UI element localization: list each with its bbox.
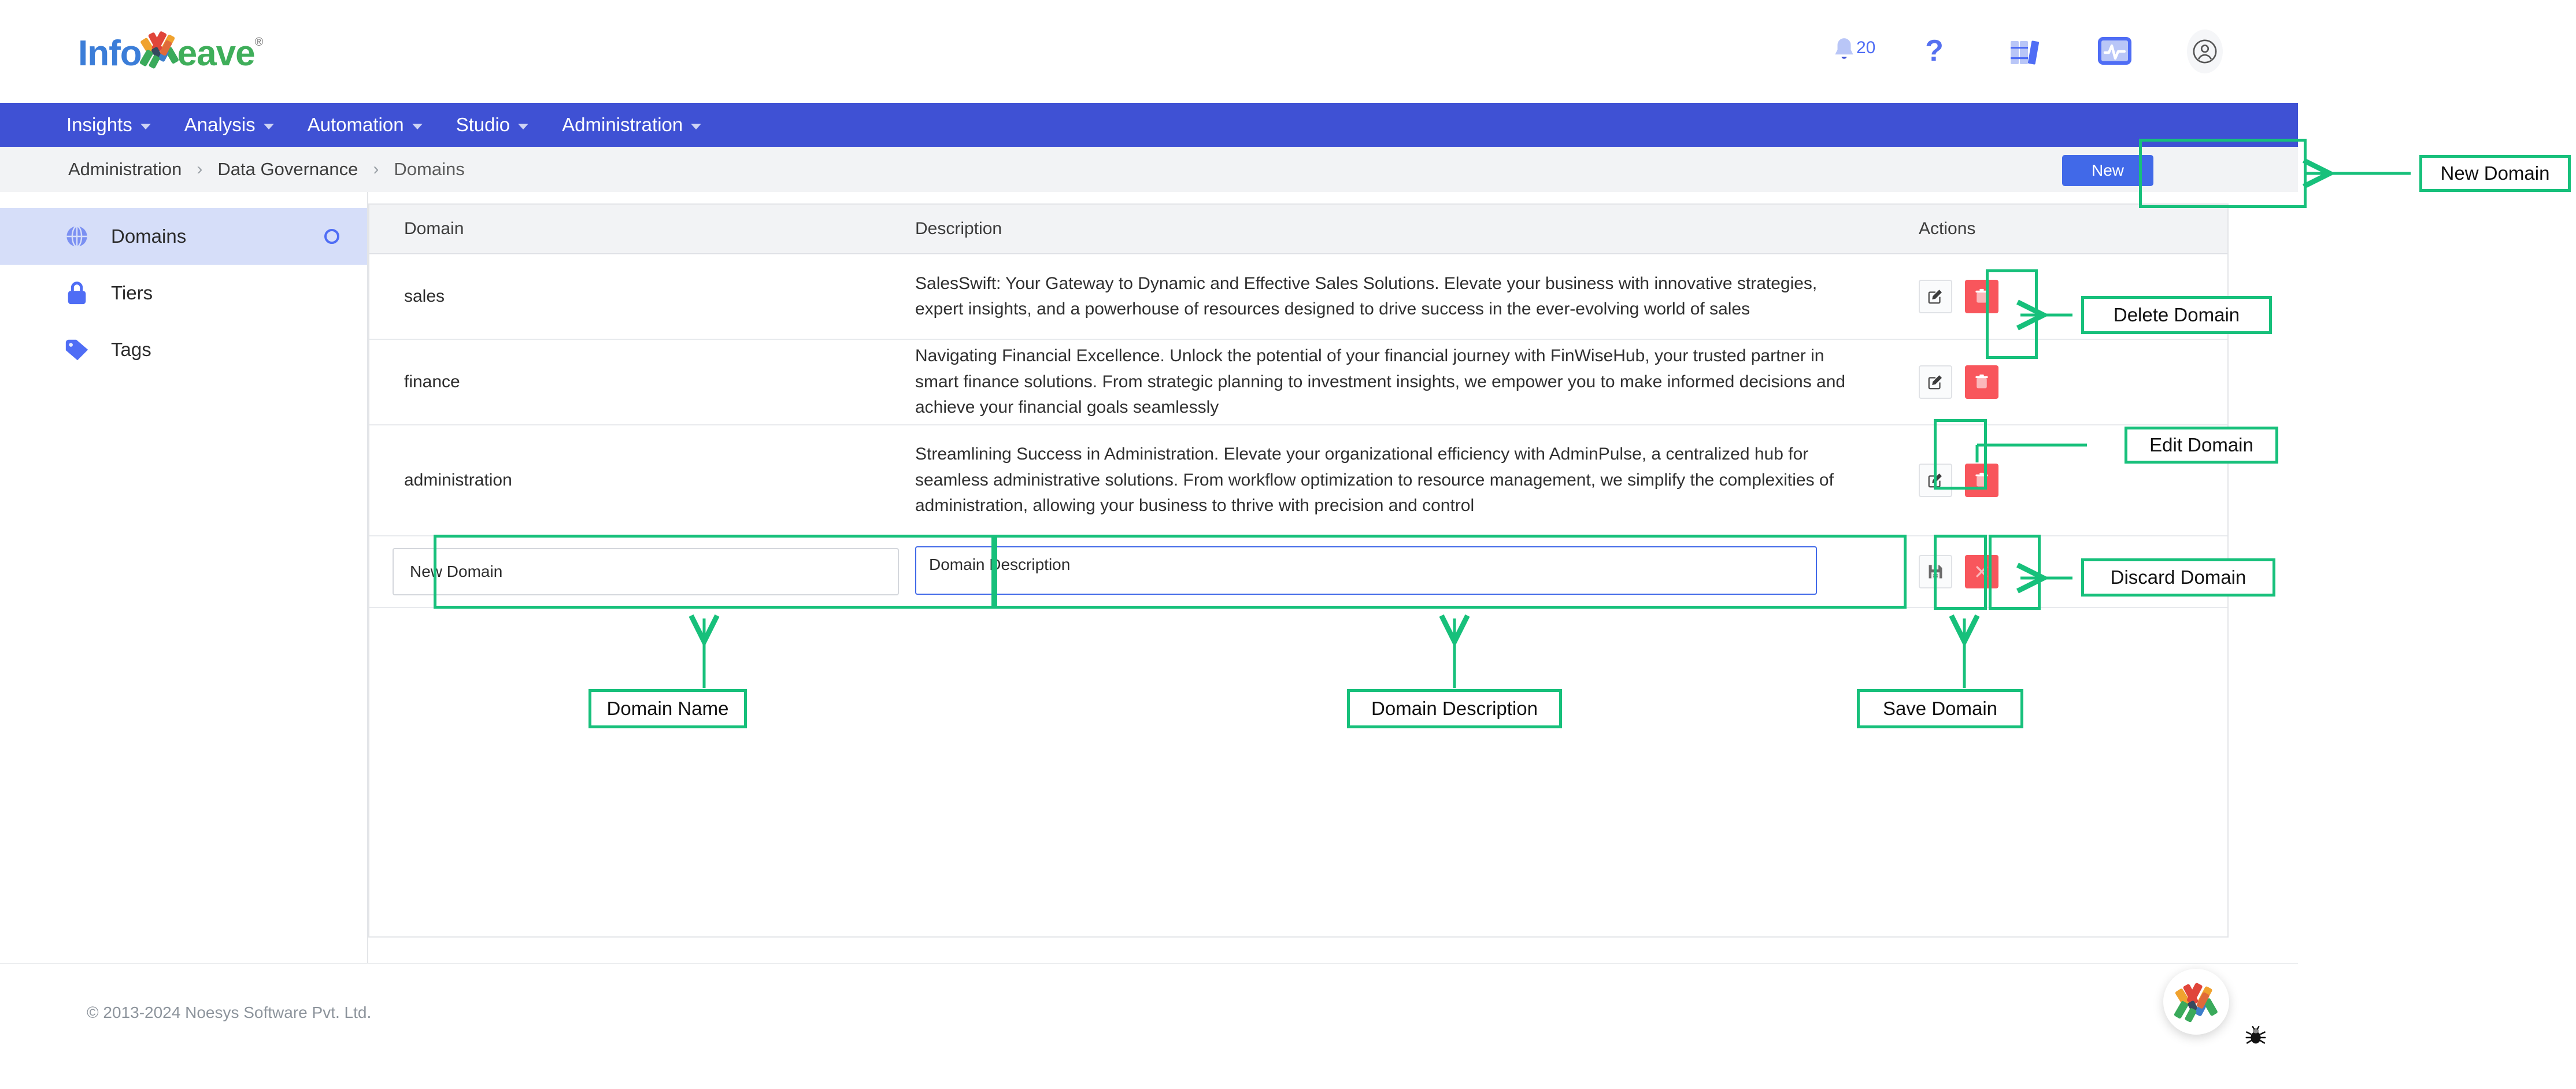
annotation-label-new-domain: New Domain — [2419, 155, 2571, 192]
main-content: New Domain Description Actions sales Sal… — [368, 155, 2298, 963]
brand-header: Info eave ® 20 ? — [0, 0, 2298, 103]
avatar — [2187, 29, 2223, 73]
copyright-text: © 2013-2024 Noesys Software Pvt. Ltd. — [87, 1003, 372, 1021]
logo-text-info: Info — [78, 34, 142, 73]
discard-domain-button[interactable] — [1965, 555, 1998, 588]
active-indicator-circle — [324, 229, 339, 244]
chevron-down-icon — [412, 124, 423, 129]
cell-domain-description: Streamlining Success in Administration. … — [915, 445, 1834, 516]
library-books-icon[interactable] — [2007, 34, 2042, 69]
lock-icon — [64, 280, 90, 306]
content-toolbar: New — [368, 147, 2298, 192]
table-row: finance Navigating Financial Excellence.… — [369, 340, 2227, 425]
table-row: administration Streamlining Success in A… — [369, 425, 2227, 536]
chevron-down-icon — [691, 124, 702, 129]
nav-item-studio[interactable]: Studio — [456, 114, 529, 136]
bug-icon[interactable] — [2244, 1024, 2267, 1047]
cell-actions — [1884, 280, 2227, 313]
cell-actions — [1884, 365, 2227, 399]
cell-actions-edit — [1884, 555, 2227, 588]
cell-domain-name: administration — [404, 470, 512, 490]
nav-label: Analysis — [184, 114, 256, 135]
sidebar-item-tags[interactable]: Tags — [0, 321, 367, 378]
table-row-edit — [369, 536, 2227, 608]
column-header-domain: Domain — [404, 219, 464, 238]
chevron-down-icon — [263, 124, 274, 129]
main-navigation: Insights Analysis Automation Studio Admi… — [0, 103, 2298, 147]
nav-item-analysis[interactable]: Analysis — [184, 114, 274, 136]
breadcrumb-item-data-governance[interactable]: Data Governance — [217, 159, 358, 180]
domain-description-textarea[interactable] — [915, 546, 1817, 595]
domains-table-panel: Domain Description Actions sales SalesSw… — [368, 203, 2229, 938]
delete-domain-button[interactable] — [1965, 365, 1998, 399]
edit-domain-button[interactable] — [1919, 365, 1952, 399]
edit-domain-button[interactable] — [1919, 464, 1952, 497]
nav-label: Insights — [66, 114, 132, 135]
notification-bell-icon[interactable]: 20 — [1826, 34, 1875, 69]
sidebar: Domains Tiers Tags — [0, 192, 368, 963]
nav-item-administration[interactable]: Administration — [562, 114, 702, 136]
cell-actions — [1884, 464, 2227, 497]
cell-domain-description: SalesSwift: Your Gateway to Dynamic and … — [915, 273, 1818, 318]
user-account-icon[interactable] — [2187, 29, 2223, 73]
tag-icon — [64, 336, 90, 363]
sidebar-item-tiers[interactable]: Tiers — [0, 265, 367, 321]
page-footer: © 2013-2024 Noesys Software Pvt. Ltd. — [0, 963, 2298, 1089]
nav-label: Studio — [456, 114, 510, 135]
table-row: sales SalesSwift: Your Gateway to Dynami… — [369, 254, 2227, 340]
svg-text:?: ? — [1925, 35, 1944, 68]
application-window: Info eave ® 20 ? Insights Analysis Autom… — [0, 0, 2576, 1089]
chevron-down-icon — [140, 124, 151, 129]
chevron-right-icon: › — [197, 160, 203, 179]
domain-name-input[interactable] — [393, 548, 899, 595]
save-domain-button[interactable] — [1919, 555, 1952, 588]
sidebar-item-label: Tags — [111, 339, 151, 360]
nav-item-automation[interactable]: Automation — [308, 114, 423, 136]
infoweave-logo[interactable]: Info eave ® — [78, 31, 264, 79]
cell-domain-name: finance — [404, 372, 460, 391]
cell-domain-description-input — [907, 546, 1884, 598]
notification-count: 20 — [1856, 38, 1876, 57]
sidebar-item-domains[interactable]: Domains — [0, 208, 367, 265]
column-header-description: Description — [915, 219, 1002, 238]
header-icon-group: 20 ? — [1826, 29, 2223, 73]
cell-domain-description: Navigating Financial Excellence. Unlock … — [915, 346, 1846, 417]
delete-domain-button[interactable] — [1965, 464, 1998, 497]
nav-label: Administration — [562, 114, 683, 135]
infoweave-woven-logo-icon — [138, 28, 181, 71]
monitor-activity-icon[interactable] — [2097, 34, 2133, 69]
globe-icon — [64, 223, 90, 250]
edit-domain-button[interactable] — [1919, 280, 1952, 313]
sidebar-item-label: Tiers — [111, 282, 153, 303]
delete-domain-button[interactable] — [1965, 280, 1998, 313]
nav-item-insights[interactable]: Insights — [66, 114, 151, 136]
chevron-down-icon — [518, 124, 529, 129]
table-header-row: Domain Description Actions — [369, 205, 2227, 254]
breadcrumb-item-administration[interactable]: Administration — [68, 159, 182, 180]
column-header-actions: Actions — [1919, 219, 1976, 238]
help-question-icon[interactable]: ? — [1916, 34, 1952, 69]
registered-mark: ® — [254, 36, 264, 49]
nav-label: Automation — [307, 114, 404, 135]
infoweave-logo-icon[interactable] — [2163, 969, 2229, 1035]
sidebar-item-label: Domains — [111, 225, 187, 247]
new-domain-button[interactable]: New — [2062, 155, 2153, 186]
logo-text-eave: eave — [177, 34, 256, 73]
cell-domain-name-input — [369, 548, 907, 595]
cell-domain-name: sales — [404, 286, 445, 306]
